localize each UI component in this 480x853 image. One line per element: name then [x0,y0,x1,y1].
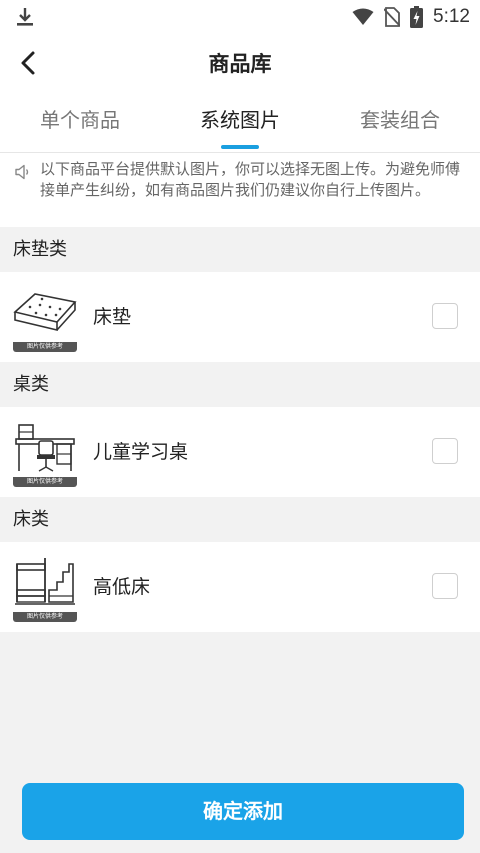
bunk-bed-thumbnail: 图片仅供参考 [13,552,77,622]
battery-charging-icon [410,6,424,28]
select-checkbox[interactable] [432,573,458,599]
section-header-mattress: 床垫类 [0,227,480,272]
list-item-kids-desk[interactable]: 图片仅供参考 儿童学习桌 [0,407,480,497]
tab-system-images-label: 系统图片 [200,108,280,132]
desk-icon [15,424,75,472]
bunk-bed-icon [15,558,75,605]
tab-bar: 单个商品 系统图片 套装组合 [0,90,480,152]
download-icon [17,8,33,26]
thumb-caption: 图片仅供参考 [13,477,77,487]
item-name: 床垫 [93,306,132,328]
item-name: 儿童学习桌 [93,441,189,463]
wifi-icon [352,8,374,25]
mattress-icon [13,293,77,332]
item-name: 高低床 [93,576,151,598]
list-item-bunk-bed[interactable]: 图片仅供参考 高低床 [0,542,480,632]
app-header: 商品库 [0,34,480,90]
no-sim-icon [384,7,401,27]
tab-bundle[interactable]: 套装组合 [320,90,480,152]
section-header-desk: 桌类 [0,362,480,407]
thumb-caption: 图片仅供参考 [13,612,77,622]
speaker-icon [15,164,29,180]
page-title: 商品库 [208,52,272,76]
status-bar: 5:12 [0,0,480,34]
status-time: 5:12 [433,6,470,27]
section-header-bed: 床类 [0,497,480,542]
thumb-caption: 图片仅供参考 [13,342,77,352]
confirm-add-button[interactable]: 确定添加 [22,783,464,840]
select-checkbox[interactable] [432,438,458,464]
tab-single-product[interactable]: 单个商品 [0,90,160,152]
notice-banner: 以下商品平台提供默认图片，你可以选择无图上传。为避免师傅接单产生纠纷，如有商品图… [0,152,480,227]
desk-thumbnail: 图片仅供参考 [13,417,77,487]
notice-text: 以下商品平台提供默认图片，你可以选择无图上传。为避免师傅接单产生纠纷，如有商品图… [40,160,461,199]
tab-system-images[interactable]: 系统图片 [160,90,320,152]
tab-active-indicator [221,145,259,149]
list-item-mattress[interactable]: 图片仅供参考 床垫 [0,272,480,362]
select-checkbox[interactable] [432,303,458,329]
mattress-thumbnail: 图片仅供参考 [13,282,77,352]
